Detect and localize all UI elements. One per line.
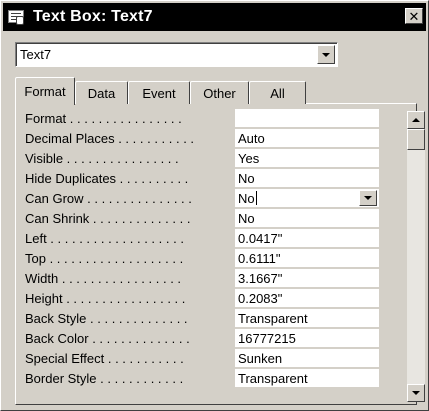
property-label: Left . . . . . . . . . . . . . . . . . .… (25, 231, 184, 246)
tab-data[interactable]: Data (75, 81, 128, 104)
property-value-field[interactable]: 0.6111" (234, 249, 379, 268)
property-label: Width . . . . . . . . . . . . . . . . . (25, 271, 182, 286)
property-value-field-active[interactable]: No (234, 189, 379, 208)
property-row-visible[interactable]: Visible . . . . . . . . . . . . . . . . … (25, 149, 379, 168)
chevron-down-icon (322, 52, 330, 57)
property-row-can-shrink[interactable]: Can Shrink . . . . . . . . . . . . . . N… (25, 209, 379, 228)
property-value-text: No (238, 191, 255, 206)
property-label: Special Effect . . . . . . . . . . . (25, 351, 184, 366)
title-bar[interactable]: Text Box: Text7 ✕ (3, 3, 426, 31)
scroll-up-button[interactable] (407, 111, 425, 129)
property-value-field[interactable] (234, 109, 379, 128)
property-value-field[interactable]: No (234, 169, 379, 188)
property-label: Back Color . . . . . . . . . . . . . . (25, 331, 190, 346)
property-label: Height . . . . . . . . . . . . . . . . . (25, 291, 186, 306)
property-label: Visible . . . . . . . . . . . . . . . . (25, 151, 179, 166)
text-caret (255, 191, 257, 205)
property-value-field[interactable]: Yes (234, 149, 379, 168)
property-row-back-style[interactable]: Back Style . . . . . . . . . . . . . . T… (25, 309, 379, 328)
chevron-up-icon (412, 118, 420, 122)
property-value-field[interactable]: Transparent (234, 369, 379, 388)
property-label: Top . . . . . . . . . . . . . . . . . . … (25, 251, 184, 266)
chevron-down-icon (412, 391, 420, 395)
chevron-down-icon (364, 196, 372, 200)
property-row-special-effect[interactable]: Special Effect . . . . . . . . . . . Sun… (25, 349, 379, 368)
object-selector-dropdown-button[interactable] (317, 45, 335, 64)
property-row-hide-duplicates[interactable]: Hide Duplicates . . . . . . . . . . No (25, 169, 379, 188)
property-label: Decimal Places . . . . . . . . . . . (25, 131, 195, 146)
object-selector-value: Text7 (20, 47, 52, 62)
window-title: Text Box: Text7 (33, 8, 153, 25)
tab-format[interactable]: Format (15, 77, 75, 105)
tab-event[interactable]: Event (128, 81, 190, 104)
property-row-back-color[interactable]: Back Color . . . . . . . . . . . . . . 1… (25, 329, 379, 348)
scroll-thumb[interactable] (407, 129, 425, 150)
property-label: Can Grow . . . . . . . . . . . . . . . (25, 191, 192, 206)
tab-all[interactable]: All (249, 81, 306, 104)
property-sheet-window: Text Box: Text7 ✕ Text7 Format Data Even… (0, 0, 429, 411)
close-icon: ✕ (408, 8, 420, 24)
property-row-can-grow[interactable]: Can Grow . . . . . . . . . . . . . . . N… (25, 189, 379, 208)
property-value-field[interactable]: Auto (234, 129, 379, 148)
property-value-field[interactable]: 3.1667" (234, 269, 379, 288)
property-row-top[interactable]: Top . . . . . . . . . . . . . . . . . . … (25, 249, 379, 268)
property-value-field[interactable]: Sunken (234, 349, 379, 368)
property-dropdown-button[interactable] (359, 190, 377, 206)
property-value-field[interactable]: Transparent (234, 309, 379, 328)
property-label: Format . . . . . . . . . . . . . . . . (25, 111, 182, 126)
close-button[interactable]: ✕ (405, 8, 423, 24)
property-value-field[interactable]: 0.0417" (234, 229, 379, 248)
property-row-border-style[interactable]: Border Style . . . . . . . . . . . . Tra… (25, 369, 379, 388)
property-row-format[interactable]: Format . . . . . . . . . . . . . . . . (25, 109, 379, 128)
property-label: Hide Duplicates . . . . . . . . . . (25, 171, 189, 186)
property-row-width[interactable]: Width . . . . . . . . . . . . . . . . . … (25, 269, 379, 288)
property-row-height[interactable]: Height . . . . . . . . . . . . . . . . .… (25, 289, 379, 308)
property-row-left[interactable]: Left . . . . . . . . . . . . . . . . . .… (25, 229, 379, 248)
object-selector[interactable]: Text7 (15, 42, 338, 67)
property-value-field[interactable]: 16777215 (234, 329, 379, 348)
tab-other[interactable]: Other (190, 81, 249, 104)
property-list: Format . . . . . . . . . . . . . . . . D… (25, 109, 379, 389)
property-label: Border Style . . . . . . . . . . . . (25, 371, 184, 386)
property-label: Can Shrink . . . . . . . . . . . . . . (25, 211, 191, 226)
property-value-field[interactable]: 0.2083" (234, 289, 379, 308)
property-value-field[interactable]: No (234, 209, 379, 228)
vertical-scrollbar[interactable] (407, 111, 425, 402)
property-row-decimal-places[interactable]: Decimal Places . . . . . . . . . . . Aut… (25, 129, 379, 148)
property-label: Back Style . . . . . . . . . . . . . . (25, 311, 188, 326)
property-sheet-icon (7, 8, 27, 26)
scroll-down-button[interactable] (407, 384, 425, 402)
